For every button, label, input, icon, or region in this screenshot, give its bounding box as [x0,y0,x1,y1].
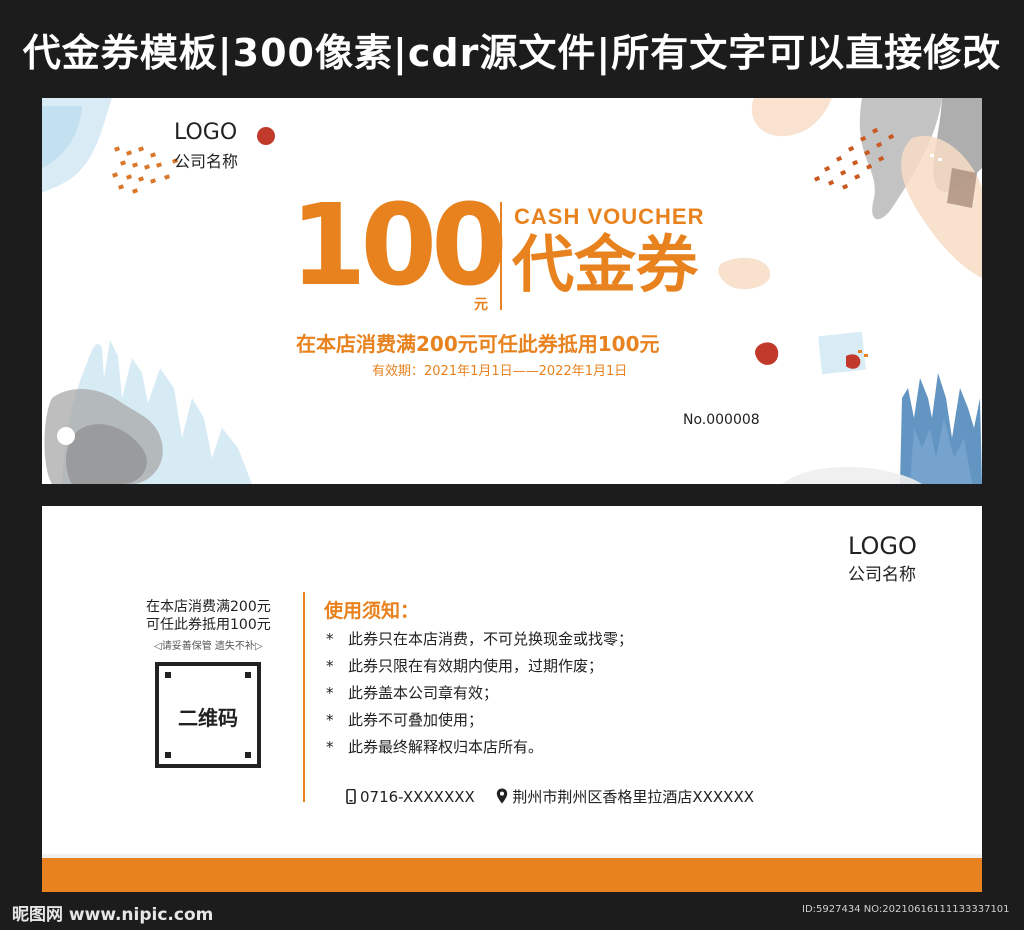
voucher-title: 代金券 [512,228,699,301]
bullet: * [326,711,334,729]
usage-item: * 此券只在本店消费，不可兑换现金或找零； [326,626,633,653]
phone-icon [346,788,356,808]
usage-item-text: 此券盖本公司章有效； [348,684,499,702]
usage-instructions-list: * 此券只在本店消费，不可兑换现金或找零； * 此券只限在有效期内使用，过期作废； … [326,626,633,761]
validity-period: 有效期：2021年1月1日——2022年1月1日 [372,364,628,379]
usage-item: * 此券不可叠加使用； [326,707,633,734]
qr-code-placeholder: 二维码 [155,662,261,768]
back-terms-line-2: 可任此券抵用100元 [146,617,271,633]
bullet: * [326,684,334,702]
usage-item: * 此券盖本公司章有效； [326,680,633,707]
footer-stripe-orange [42,858,982,892]
location-pin-icon [496,788,508,808]
cash-voucher-label: CASH VOUCHER [514,204,705,229]
usage-item-text: 此券不可叠加使用； [348,711,484,729]
section-divider [303,592,305,802]
front-company-name: 公司名称 [174,152,239,171]
back-logo: LOGO [848,532,917,560]
qr-corner-dot [245,672,251,678]
bullet: * [326,738,334,756]
qr-corner-dot [245,752,251,758]
voucher-front: LOGO 公司名称 100 元 CASH VOUCHER 代金券 在本店消费满2… [42,98,982,484]
qr-corner-dot [165,672,171,678]
contact-info: 0716-XXXXXXX 荆州市荆州区香格里拉酒店XXXXXX [346,786,754,808]
bullet: * [326,657,334,675]
bullet: * [326,630,334,648]
usage-item: * 此券最终解释权归本店所有。 [326,734,633,761]
voucher-amount-unit: 元 [474,297,488,313]
usage-item-text: 此券最终解释权归本店所有。 [348,738,544,756]
phone-number: 0716-XXXXXXX [360,788,475,806]
back-terms-line-1: 在本店消费满200元 [146,599,271,615]
banner-title: 代金券模板|300像素|cdr源文件|所有文字可以直接修改 [22,31,1002,75]
usage-item-text: 此券只限在有效期内使用，过期作废； [348,657,604,675]
title-divider [500,202,502,310]
keep-safe-note: ◁请妥善保管 遗失不补▷ [154,641,263,652]
voucher-amount: 100 [290,179,508,311]
watermark-brand: 昵图网 www.nipic.com [12,905,214,925]
qr-code-label: 二维码 [178,706,238,730]
voucher-back: LOGO 公司名称 在本店消费满200元 可任此券抵用100元 ◁请妥善保管 遗… [42,506,982,892]
serial-number: No.000008 [683,412,760,428]
front-logo: LOGO [174,120,238,145]
usage-instructions-title: 使用须知： [324,600,420,622]
voucher-terms: 在本店消费满200元可任此券抵用100元 [296,332,660,356]
usage-item-text: 此券只在本店消费，不可兑换现金或找零； [348,630,634,648]
usage-item: * 此券只限在有效期内使用，过期作废； [326,653,633,680]
back-company-name: 公司名称 [848,565,916,585]
store-address: 荆州市荆州区香格里拉酒店XXXXXX [512,788,755,806]
qr-corner-dot [165,752,171,758]
watermark-id: ID:5927434 NO:20210616111133337101 [802,904,1010,915]
